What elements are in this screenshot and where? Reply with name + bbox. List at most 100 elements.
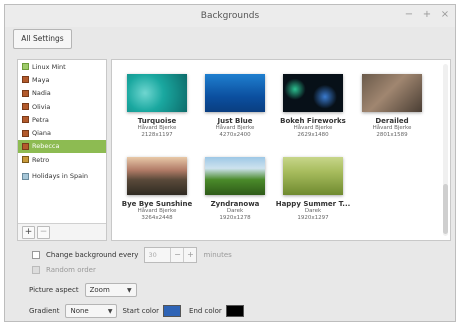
start-color-label: Start color <box>122 307 160 315</box>
thumbnail-name: Happy Summer T... <box>275 200 351 208</box>
thumbnail-zyndranowa[interactable]: Zyndranowa Darek 1920x1278 <box>196 157 274 222</box>
user-folder-icon <box>22 103 29 111</box>
user-folder-icon <box>22 116 29 124</box>
thumbnail-happy-summer[interactable]: Happy Summer T... Darek 1920x1297 <box>274 157 352 222</box>
change-background-row: Change background every 30 − + minutes <box>32 247 232 263</box>
sidebar-item-qiana[interactable]: Qiana <box>18 126 106 139</box>
wallpaper-gallery: Turquoise Håvard Bjerke 2128x1197 Just B… <box>111 59 451 241</box>
thumbnail-author: Håvard Bjerke <box>215 125 255 131</box>
interval-spinner[interactable]: 30 − + <box>144 247 198 263</box>
thumbnail-image <box>205 74 265 112</box>
start-color-button[interactable] <box>163 305 182 317</box>
thumbnail-name: Just Blue <box>217 117 253 125</box>
change-background-label: Change background every <box>46 251 139 259</box>
thumbnail-image <box>127 74 187 112</box>
sidebar-item-olivia[interactable]: Olivia <box>18 100 106 113</box>
window-title: Backgrounds <box>200 11 260 21</box>
thumbnail-just-blue[interactable]: Just Blue Håvard Bjerke 4270x2400 <box>196 74 274 139</box>
thumbnail-image <box>283 157 343 195</box>
sidebar-item-nadia[interactable]: Nadia <box>18 87 106 100</box>
random-order-checkbox[interactable] <box>32 266 40 274</box>
thumbnail-author: Håvard Bjerke <box>137 125 177 131</box>
picture-aspect-row: Picture aspect Zoom ▼ <box>29 283 137 297</box>
backgrounds-window: Backgrounds − + × All Settings Linux Min… <box>4 4 456 322</box>
picture-aspect-dropdown[interactable]: Zoom ▼ <box>84 283 137 297</box>
picture-aspect-value: Zoom <box>89 286 110 294</box>
sidebar-item-maya[interactable]: Maya <box>18 73 106 86</box>
sidebar-item-label: Maya <box>32 75 50 84</box>
thumbnail-name: Turquoise <box>137 117 177 125</box>
sidebar-item-linux-mint[interactable]: Linux Mint <box>18 60 106 73</box>
random-order-label: Random order <box>46 266 96 274</box>
thumbnail-name: Zyndranowa <box>210 200 260 208</box>
sidebar-item-label: Holidays in Spain <box>32 172 89 181</box>
chevron-down-icon: ▼ <box>126 286 132 294</box>
end-color-label: End color <box>189 307 222 315</box>
all-settings-button[interactable]: All Settings <box>13 29 72 49</box>
thumbnail-image <box>362 74 422 112</box>
chevron-down-icon: ▼ <box>107 307 113 315</box>
gallery-scrollbar[interactable] <box>443 64 448 236</box>
thumbnail-bye-bye-sunshine[interactable]: Bye Bye Sunshine Håvard Bjerke 3264x2448 <box>118 157 196 222</box>
thumbnail-bokeh-fireworks[interactable]: Bokeh Fireworks Håvard Bjerke 2629x1480 <box>274 74 352 139</box>
sidebar-item-petra[interactable]: Petra <box>18 113 106 126</box>
thumbnail-author: Håvard Bjerke <box>293 125 333 131</box>
user-folder-icon <box>22 89 29 97</box>
thumbnail-size: 1920x1278 <box>219 215 251 221</box>
sidebar-item-label: Petra <box>32 115 49 124</box>
gradient-dropdown[interactable]: None ▼ <box>65 304 118 318</box>
thumbnail-size: 1920x1297 <box>297 215 329 221</box>
gradient-row: Gradient None ▼ Start color End color <box>29 304 252 318</box>
user-folder-icon <box>22 142 29 150</box>
user-folder-icon <box>22 76 29 84</box>
thumbnail-author: Darek <box>226 208 244 214</box>
thumbnail-author: Darek <box>304 208 322 214</box>
user-folder-icon <box>22 129 29 137</box>
holiday-icon <box>22 172 29 180</box>
collection-sidebar: Linux Mint Maya Nadia Olivia Petra Qiana <box>17 59 107 241</box>
remove-collection-button[interactable]: − <box>37 225 50 239</box>
change-background-checkbox[interactable] <box>32 251 40 259</box>
sidebar-item-label: Linux Mint <box>32 62 66 71</box>
sidebar-item-rebecca[interactable]: Rebecca <box>18 139 106 154</box>
gallery-scrollbar-thumb[interactable] <box>443 184 448 234</box>
thumbnail-size: 2801x1589 <box>376 132 408 138</box>
sidebar-toolbar: + − <box>18 223 106 240</box>
thumbnail-name: Derailed <box>375 117 409 125</box>
thumbnail-image <box>205 157 265 195</box>
interval-increment-button[interactable]: + <box>183 248 196 262</box>
thumbnail-size: 2629x1480 <box>297 132 329 138</box>
add-collection-button[interactable]: + <box>22 225 35 239</box>
sidebar-item-holidays-in-spain[interactable]: Holidays in Spain <box>18 169 106 182</box>
random-order-row: Random order <box>32 266 96 274</box>
thumbnail-image <box>283 74 343 112</box>
maximize-button[interactable]: + <box>421 8 433 22</box>
interval-decrement-button[interactable]: − <box>170 248 183 262</box>
thumbnail-size: 4270x2400 <box>219 132 251 138</box>
sidebar-item-label: Rebecca <box>32 142 60 151</box>
thumbnail-author: Håvard Bjerke <box>372 125 412 131</box>
collection-list: Linux Mint Maya Nadia Olivia Petra Qiana <box>18 60 106 183</box>
minimize-button[interactable]: − <box>403 8 415 22</box>
close-button[interactable]: × <box>439 8 451 22</box>
thumbnail-image <box>127 157 187 195</box>
title-bar: Backgrounds − + × <box>5 5 455 27</box>
thumbnail-turquoise[interactable]: Turquoise Håvard Bjerke 2128x1197 <box>118 74 196 139</box>
thumbnail-size: 2128x1197 <box>141 132 173 138</box>
thumbnail-name: Bye Bye Sunshine <box>121 200 193 208</box>
window-controls: − + × <box>403 8 451 22</box>
thumbnail-author: Håvard Bjerke <box>137 208 177 214</box>
thumbnail-grid: Turquoise Håvard Bjerke 2128x1197 Just B… <box>112 60 450 240</box>
thumbnail-name: Bokeh Fireworks <box>280 117 346 125</box>
retro-icon <box>22 156 29 164</box>
sidebar-item-retro[interactable]: Retro <box>18 153 106 166</box>
gradient-value: None <box>70 307 89 315</box>
thumbnail-size: 3264x2448 <box>141 215 173 221</box>
gradient-label: Gradient <box>29 307 60 315</box>
minutes-label: minutes <box>203 251 232 259</box>
end-color-button[interactable] <box>225 305 244 317</box>
thumbnail-derailed[interactable]: Derailed Håvard Bjerke 2801x1589 <box>353 74 431 139</box>
interval-value[interactable]: 30 <box>145 251 170 259</box>
sidebar-item-label: Retro <box>32 155 50 164</box>
picture-aspect-label: Picture aspect <box>29 286 79 294</box>
